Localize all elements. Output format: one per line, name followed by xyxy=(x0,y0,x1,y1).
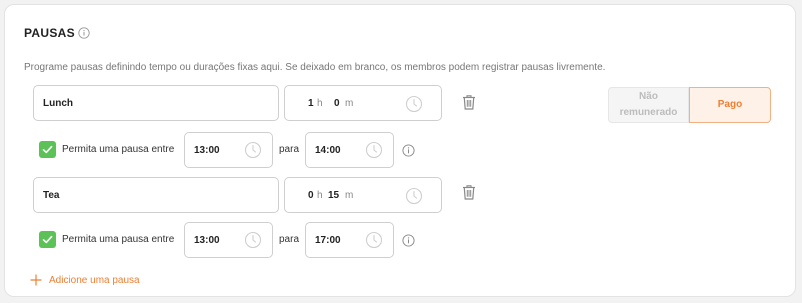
window-end-input[interactable]: 17:00 xyxy=(305,222,394,258)
duration-minutes[interactable]: 0 xyxy=(334,98,340,109)
window-start-input[interactable]: 13:00 xyxy=(184,222,273,258)
hours-unit: h xyxy=(317,97,323,109)
duration-hours[interactable]: 0 xyxy=(308,190,314,201)
window-end-input[interactable]: 14:00 xyxy=(305,132,394,168)
minutes-unit: m xyxy=(345,97,354,109)
allow-window-checkbox[interactable] xyxy=(39,141,56,158)
allow-window-checkbox[interactable] xyxy=(39,231,56,248)
minutes-unit: m xyxy=(345,189,354,201)
window-end-value: 14:00 xyxy=(315,144,341,156)
duration-hours[interactable]: 1 xyxy=(308,98,314,109)
section-description: Programe pausas definindo tempo ou duraç… xyxy=(24,62,606,73)
breaks-card: PAUSAS Programe pausas definindo tempo o… xyxy=(4,4,796,297)
unpaid-option-button[interactable]: Não remunerado xyxy=(608,87,689,123)
info-icon[interactable] xyxy=(402,144,415,157)
add-break-button[interactable]: Adicione uma pausa xyxy=(30,274,140,286)
hours-unit: h xyxy=(317,189,323,201)
section-header: PAUSAS xyxy=(24,26,90,40)
clock-icon[interactable] xyxy=(244,231,262,249)
pay-type-toggle: Não remunerado Pago xyxy=(608,87,771,123)
clock-icon[interactable] xyxy=(365,231,383,249)
to-label: para xyxy=(279,144,300,155)
to-label: para xyxy=(279,234,300,245)
delete-break-icon[interactable] xyxy=(462,94,476,110)
plus-icon xyxy=(30,274,42,286)
clock-icon[interactable] xyxy=(365,141,383,159)
delete-break-icon[interactable] xyxy=(462,184,476,200)
clock-icon[interactable] xyxy=(244,141,262,159)
window-start-input[interactable]: 13:00 xyxy=(184,132,273,168)
info-icon[interactable] xyxy=(402,234,415,247)
info-icon[interactable] xyxy=(78,27,90,39)
add-break-label: Adicione uma pausa xyxy=(49,274,140,286)
allow-window-label: Permita uma pausa entre xyxy=(62,234,175,245)
break-duration-field[interactable]: 0 h 15 m xyxy=(284,177,442,213)
paid-option-button[interactable]: Pago xyxy=(689,87,771,123)
allow-window-label: Permita uma pausa entre xyxy=(62,144,175,155)
clock-icon[interactable] xyxy=(405,187,423,205)
window-start-value: 13:00 xyxy=(194,234,220,246)
clock-icon[interactable] xyxy=(405,95,423,113)
section-title: PAUSAS xyxy=(24,26,75,40)
window-end-value: 17:00 xyxy=(315,234,341,246)
duration-minutes[interactable]: 15 xyxy=(328,190,339,201)
break-duration-field[interactable]: 1 h 0 m xyxy=(284,85,442,121)
window-start-value: 13:00 xyxy=(194,144,220,156)
break-name-input[interactable]: Tea xyxy=(33,177,279,213)
break-name-input[interactable]: Lunch xyxy=(33,85,279,121)
